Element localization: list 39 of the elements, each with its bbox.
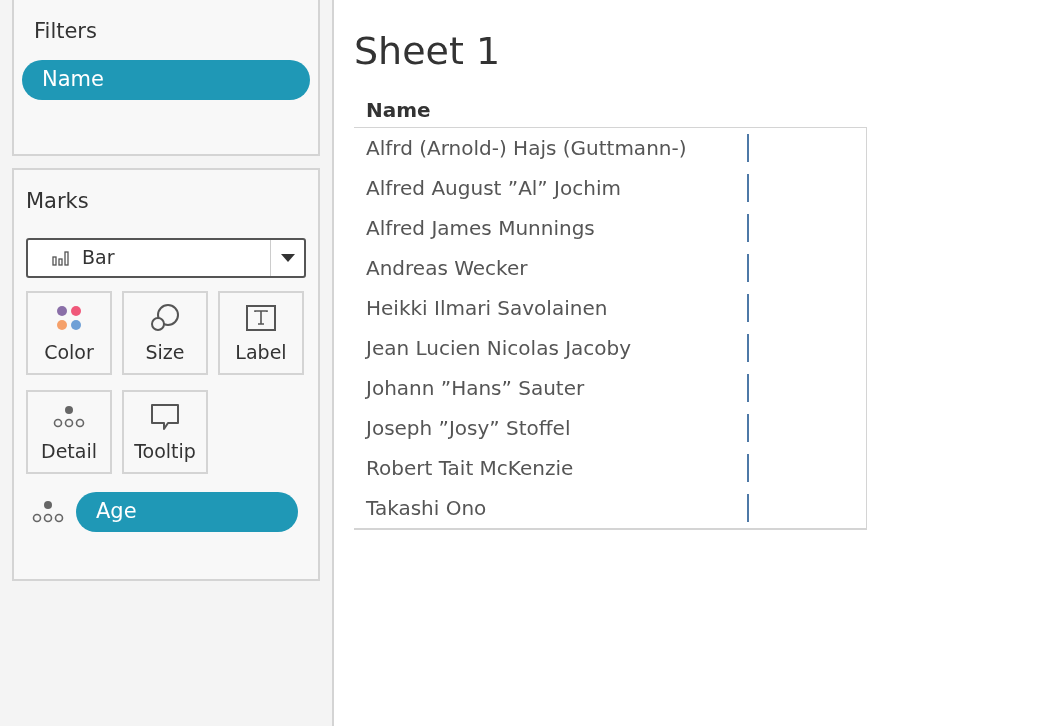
filters-title: Filters xyxy=(34,18,98,45)
table-cell-text: Johann ”Hans” Sauter xyxy=(364,374,586,402)
bar-mark xyxy=(747,453,749,482)
sheet-title: Sheet 1 xyxy=(354,28,502,75)
mark-type-dropdown[interactable]: Bar xyxy=(26,237,306,278)
bar-chart-icon xyxy=(52,249,70,266)
size-circles-icon xyxy=(150,304,180,332)
table-cell-text: Andreas Wecker xyxy=(365,254,529,282)
column-header: Name xyxy=(365,96,431,124)
color-dots-icon xyxy=(55,305,83,331)
table-cell-text: Takashi Ono xyxy=(365,494,488,522)
table-cell-text: Alfrd (Arnold-) Hajs (Guttmann-) xyxy=(365,134,688,162)
marks-card-button[interactable]: Label xyxy=(218,290,304,375)
table-cell-text: Joseph ”Josy” Stoffel xyxy=(364,414,572,442)
table-cell-text: Alfred August ”Al” Jochim xyxy=(365,174,622,202)
detail-dots-icon xyxy=(32,500,64,523)
marks-title: Marks xyxy=(26,188,90,215)
table-cell-text: Jean Lucien Nicolas Jacoby xyxy=(364,334,633,362)
table-cell-text: Alfred James Munnings xyxy=(365,214,596,242)
table-cell-text: Heikki Ilmari Savolainen xyxy=(365,294,609,322)
marks-card-button[interactable]: Color xyxy=(26,290,112,375)
bar-mark xyxy=(747,373,749,402)
bar-mark xyxy=(747,173,749,202)
bar-mark xyxy=(747,133,749,162)
tooltip-bubble-icon xyxy=(150,403,180,431)
bar-mark xyxy=(747,333,749,362)
bar-mark xyxy=(747,213,749,242)
bar-mark xyxy=(747,413,749,442)
table-cell-text: Robert Tait McKenzie xyxy=(365,454,575,482)
marks-card-button[interactable]: Tooltip xyxy=(122,389,208,474)
dropdown-caret-icon xyxy=(280,253,295,262)
bar-mark xyxy=(747,493,749,522)
marks-card-button[interactable]: Detail xyxy=(26,389,112,474)
bar-mark xyxy=(747,253,749,282)
detail-dots-icon xyxy=(53,406,85,428)
marks-card-button[interactable]: Size xyxy=(122,290,208,375)
mark-type-value: Bar xyxy=(82,245,116,271)
bar-mark xyxy=(747,293,749,322)
text-label-icon xyxy=(246,305,276,331)
